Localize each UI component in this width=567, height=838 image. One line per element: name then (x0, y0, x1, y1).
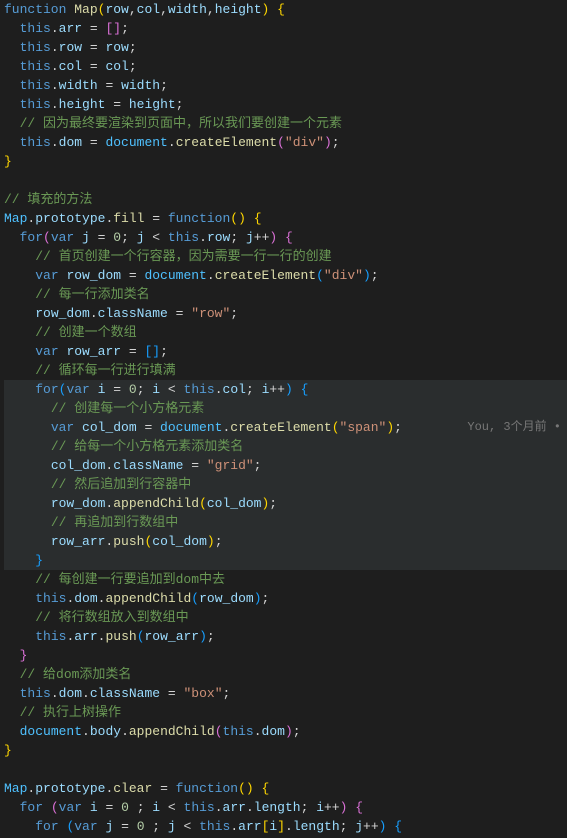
code-line[interactable]: this.col = col; (4, 57, 567, 76)
code-line[interactable]: for (var j = 0 ; j < this.arr[i].length;… (4, 817, 567, 836)
code-line[interactable]: this.row = row; (4, 38, 567, 57)
line-content: // 循环每一行进行填满 (4, 363, 176, 378)
line-content: // 创建每一个小方格元素 (4, 401, 204, 416)
code-line[interactable]: } (4, 551, 567, 570)
line-content: this.width = width; (4, 78, 168, 93)
code-line[interactable]: this.arr = []; (4, 19, 567, 38)
code-line[interactable]: this.dom.appendChild(row_dom); (4, 589, 567, 608)
line-content: // 再追加到行数组中 (4, 515, 178, 530)
code-line[interactable]: // 循环每一行进行填满 (4, 361, 567, 380)
code-line[interactable]: row_dom.className = "row"; (4, 304, 567, 323)
line-content: // 因为最终要渲染到页面中，所以我们要创建一个元素 (4, 116, 342, 131)
code-line[interactable]: function Map(row,col,width,height) { (4, 0, 567, 19)
code-line[interactable]: } (4, 152, 567, 171)
line-content: document.body.appendChild(this.dom); (4, 724, 301, 739)
line-content: // 填充的方法 (4, 192, 92, 207)
code-line[interactable]: for(var i = 0; i < this.col; i++) { (4, 380, 567, 399)
line-content: // 给dom添加类名 (4, 667, 131, 682)
code-line[interactable]: } (4, 646, 567, 665)
line-content: this.height = height; (4, 97, 183, 112)
line-content: var row_dom = document.createElement("di… (4, 268, 379, 283)
code-line[interactable]: var row_arr = []; (4, 342, 567, 361)
line-content: this.dom = document.createElement("div")… (4, 135, 340, 150)
code-line[interactable]: row_arr.push(col_dom); (4, 532, 567, 551)
line-content: Map.prototype.clear = function() { (4, 781, 269, 796)
code-line[interactable]: // 给dom添加类名 (4, 665, 567, 684)
code-line[interactable]: // 给每一个小方格元素添加类名 (4, 437, 567, 456)
line-content: } (4, 743, 12, 758)
code-line[interactable]: row_dom.appendChild(col_dom); (4, 494, 567, 513)
line-content: Map.prototype.fill = function() { (4, 211, 262, 226)
code-line[interactable]: this.width = width; (4, 76, 567, 95)
line-content: // 首页创建一个行容器，因为需要一行一行的创建 (4, 249, 332, 264)
line-content: row_arr.push(col_dom); (4, 534, 223, 549)
code-line[interactable]: this.dom.className = "box"; (4, 684, 567, 703)
line-content: // 每一行添加类名 (4, 287, 150, 302)
code-line[interactable]: // 因为最终要渲染到页面中，所以我们要创建一个元素 (4, 114, 567, 133)
line-content: this.dom.className = "box"; (4, 686, 230, 701)
line-content: // 然后追加到行容器中 (4, 477, 191, 492)
line-content: for (var i = 0 ; i < this.arr.length; i+… (4, 800, 363, 815)
line-content: this.arr = []; (4, 21, 129, 36)
code-line[interactable]: // 创建每一个小方格元素 (4, 399, 567, 418)
line-content: for(var j = 0; j < this.row; j++) { (4, 230, 293, 245)
line-content (4, 173, 12, 188)
line-content: var row_arr = []; (4, 344, 168, 359)
line-content (4, 762, 12, 777)
code-editor[interactable]: function Map(row,col,width,height) { thi… (0, 0, 567, 836)
line-content: this.arr.push(row_arr); (4, 629, 215, 644)
code-line[interactable]: var row_dom = document.createElement("di… (4, 266, 567, 285)
line-content: for (var j = 0 ; j < this.arr[i].length;… (4, 819, 402, 834)
line-content: var col_dom = document.createElement("sp… (4, 420, 402, 435)
code-line[interactable]: this.dom = document.createElement("div")… (4, 133, 567, 152)
line-content: // 执行上树操作 (4, 705, 121, 720)
line-content: row_dom.appendChild(col_dom); (4, 496, 277, 511)
code-line[interactable]: // 填充的方法 (4, 190, 567, 209)
line-content: } (4, 154, 12, 169)
line-content: // 给每一个小方格元素添加类名 (4, 439, 243, 454)
code-line[interactable] (4, 171, 567, 190)
line-content: } (4, 648, 27, 663)
code-line[interactable]: this.arr.push(row_arr); (4, 627, 567, 646)
code-line[interactable]: // 每创建一行要追加到dom中去 (4, 570, 567, 589)
code-line[interactable]: Map.prototype.clear = function() { (4, 779, 567, 798)
code-line[interactable]: // 创建一个数组 (4, 323, 567, 342)
line-content: function Map(row,col,width,height) { (4, 2, 285, 17)
code-line[interactable]: Map.prototype.fill = function() { (4, 209, 567, 228)
code-line[interactable]: // 再追加到行数组中 (4, 513, 567, 532)
line-content: this.col = col; (4, 59, 137, 74)
code-line[interactable]: // 然后追加到行容器中 (4, 475, 567, 494)
code-line[interactable]: // 每一行添加类名 (4, 285, 567, 304)
code-line[interactable]: } (4, 741, 567, 760)
code-line[interactable]: // 执行上树操作 (4, 703, 567, 722)
code-line[interactable]: this.height = height; (4, 95, 567, 114)
code-line[interactable]: for (var i = 0 ; i < this.arr.length; i+… (4, 798, 567, 817)
line-content: } (4, 553, 43, 568)
code-line[interactable] (4, 760, 567, 779)
line-content: // 每创建一行要追加到dom中去 (4, 572, 225, 587)
code-line[interactable]: var col_dom = document.createElement("sp… (4, 418, 567, 437)
line-content: row_dom.className = "row"; (4, 306, 238, 321)
line-content: this.row = row; (4, 40, 137, 55)
line-content: this.dom.appendChild(row_dom); (4, 591, 269, 606)
code-line[interactable]: document.body.appendChild(this.dom); (4, 722, 567, 741)
line-content: // 创建一个数组 (4, 325, 137, 340)
code-line[interactable]: for(var j = 0; j < this.row; j++) { (4, 228, 567, 247)
line-content: // 将行数组放入到数组中 (4, 610, 189, 625)
line-content: for(var i = 0; i < this.col; i++) { (4, 382, 308, 397)
code-line[interactable]: // 将行数组放入到数组中 (4, 608, 567, 627)
code-line[interactable]: col_dom.className = "grid"; (4, 456, 567, 475)
blame-annotation: You, 3个月前 • (467, 418, 561, 437)
code-line[interactable]: // 首页创建一个行容器，因为需要一行一行的创建 (4, 247, 567, 266)
line-content: col_dom.className = "grid"; (4, 458, 261, 473)
